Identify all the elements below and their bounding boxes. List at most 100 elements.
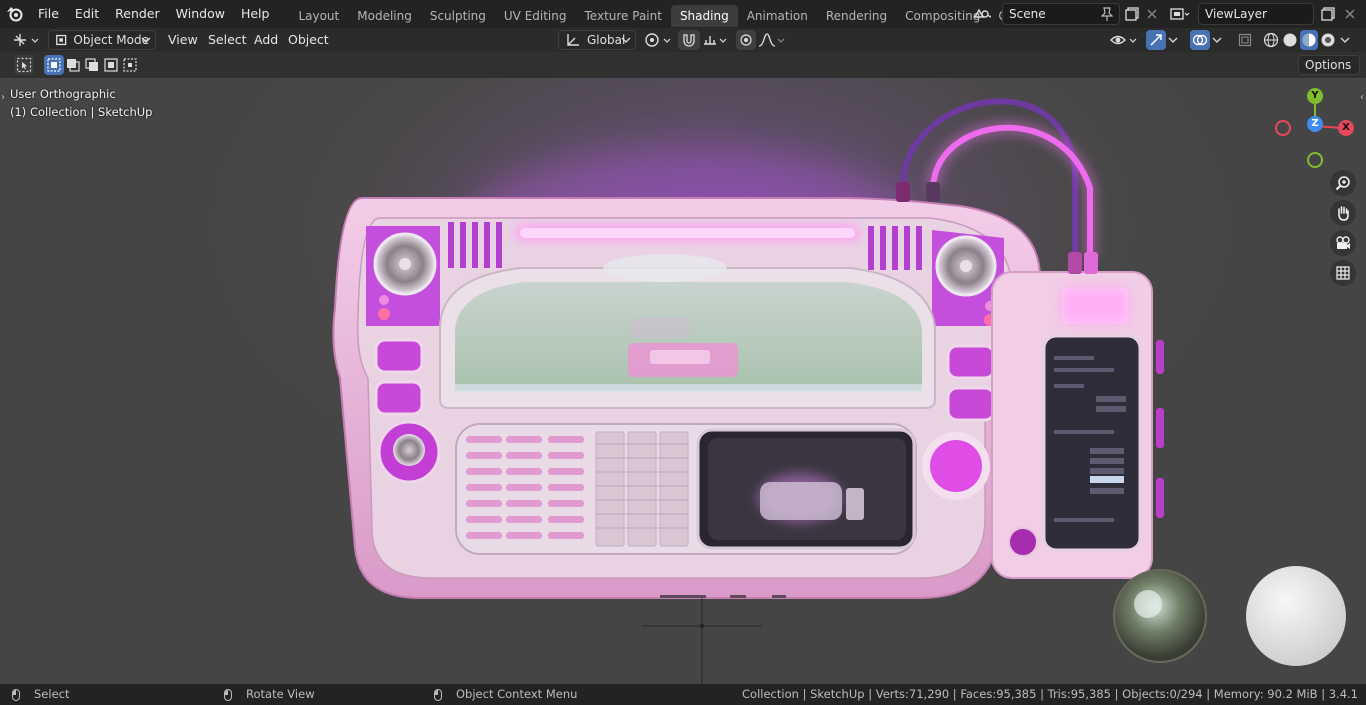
- toolbar-expand-icon[interactable]: ›: [1, 92, 5, 103]
- view-layer-name-field[interactable]: ViewLayer: [1198, 3, 1314, 25]
- tab-shading[interactable]: Shading: [670, 5, 738, 27]
- scene-name: Scene: [1009, 7, 1046, 21]
- cursor-select-icon: [16, 57, 32, 73]
- select-new-icon: [47, 58, 61, 72]
- hand-icon: [1338, 206, 1349, 221]
- scene-name-field[interactable]: Scene: [1002, 3, 1120, 25]
- status-right-click: Object Context Menu: [434, 684, 577, 705]
- gizmo-neg-x-axis[interactable]: [1275, 120, 1291, 136]
- select-tool-button[interactable]: [14, 55, 34, 75]
- pivot-point-button[interactable]: [644, 30, 674, 50]
- tab-sculpting[interactable]: Sculpting: [421, 5, 495, 27]
- proportional-edit-icon: [740, 34, 752, 46]
- chevron-down-icon: [141, 37, 151, 43]
- view-layer-browse-icon[interactable]: [1170, 4, 1190, 24]
- menu-render[interactable]: Render: [107, 0, 168, 28]
- tab-rendering[interactable]: Rendering: [817, 5, 896, 27]
- overlays-toggle[interactable]: [1190, 30, 1210, 50]
- proportional-edit-toggle[interactable]: [736, 30, 756, 50]
- solid-shading-button[interactable]: [1281, 30, 1299, 50]
- select-extend-icon: [67, 59, 80, 72]
- camera-icon: [1336, 236, 1350, 249]
- material-preview-button[interactable]: [1300, 30, 1318, 50]
- tab-uv-editing[interactable]: UV Editing: [495, 5, 576, 27]
- object-mode-icon: [56, 34, 67, 46]
- overlays-icon: [1192, 34, 1208, 46]
- chevron-down-icon: [1340, 37, 1350, 43]
- overlays-dropdown[interactable]: [1212, 30, 1228, 50]
- snap-toggle[interactable]: [678, 30, 700, 50]
- tab-animation[interactable]: Animation: [738, 5, 817, 27]
- visibility-button[interactable]: [1110, 30, 1140, 50]
- workspace-tabs: Layout Modeling Sculpting UV Editing Tex…: [289, 0, 1063, 28]
- select-intersect-icon: [123, 58, 137, 72]
- 3d-viewport[interactable]: User Orthographic (1) Collection | Sketc…: [0, 78, 1366, 684]
- menu-file[interactable]: File: [30, 0, 67, 28]
- delete-scene-icon[interactable]: [1142, 4, 1162, 24]
- scene-statistics: Collection | SketchUp | Verts:71,290 | F…: [742, 687, 1358, 701]
- mode-label: Object Mode: [73, 33, 149, 47]
- editor-type-button[interactable]: [8, 30, 42, 50]
- gizmo-z-axis[interactable]: Z: [1307, 116, 1323, 132]
- gizmo-toggle[interactable]: [1146, 30, 1166, 50]
- solid-sphere-icon: [1283, 33, 1297, 47]
- tab-texture-paint[interactable]: Texture Paint: [576, 5, 671, 27]
- options-dropdown[interactable]: Options: [1298, 55, 1360, 75]
- header-menu-add[interactable]: Add: [254, 30, 278, 50]
- menu-window[interactable]: Window: [168, 0, 233, 28]
- tool-settings-bar: Options: [0, 52, 1366, 78]
- scene-browse-icon[interactable]: [972, 4, 992, 24]
- mouse-middle-icon: [224, 688, 232, 701]
- tab-modeling[interactable]: Modeling: [348, 5, 421, 27]
- main-menu: File Edit Render Window Help: [30, 0, 277, 28]
- select-mode-extend-button[interactable]: [64, 55, 82, 75]
- ortho-toggle-button[interactable]: [1330, 260, 1356, 286]
- delete-view-layer-icon[interactable]: [1340, 4, 1360, 24]
- zoom-button[interactable]: [1330, 170, 1356, 196]
- status-context-label: Object Context Menu: [456, 687, 578, 701]
- select-mode-new-button[interactable]: [44, 55, 64, 75]
- xray-toggle[interactable]: [1236, 30, 1254, 50]
- shading-dropdown[interactable]: [1340, 30, 1356, 50]
- top-bar: File Edit Render Window Help Layout Mode…: [0, 0, 1366, 28]
- wireframe-shading-button[interactable]: [1262, 30, 1280, 50]
- status-select-label: Select: [34, 687, 70, 701]
- pan-button[interactable]: [1330, 200, 1356, 226]
- scene-render: [332, 98, 1346, 684]
- header-menu-view[interactable]: View: [168, 30, 198, 50]
- falloff-button[interactable]: [758, 30, 786, 50]
- gizmo-x-axis[interactable]: X: [1338, 120, 1354, 136]
- wireframe-sphere-icon: [1263, 32, 1279, 48]
- select-mode-intersect-button[interactable]: [121, 55, 139, 75]
- status-left-click: Select: [12, 684, 69, 705]
- viewport-header: Object Mode View Select Add Object Globa…: [0, 28, 1366, 52]
- new-view-layer-icon[interactable]: [1318, 4, 1338, 24]
- navigation-gizmo[interactable]: Y Z X: [1272, 86, 1362, 172]
- mode-selector[interactable]: Object Mode: [48, 30, 156, 50]
- gizmo-dropdown[interactable]: [1168, 30, 1184, 50]
- pin-icon[interactable]: [1100, 7, 1114, 24]
- orientation-label: Global: [587, 33, 626, 47]
- gizmo-neg-y-axis[interactable]: [1307, 152, 1323, 168]
- tab-layout[interactable]: Layout: [289, 5, 348, 27]
- select-mode-subtract-button[interactable]: [83, 55, 101, 75]
- menu-edit[interactable]: Edit: [67, 0, 107, 28]
- transform-orientation-selector[interactable]: Global: [558, 30, 636, 50]
- menu-help[interactable]: Help: [233, 0, 278, 28]
- blender-logo-icon[interactable]: [0, 0, 30, 28]
- chevron-down-icon: [621, 37, 631, 43]
- camera-view-button[interactable]: [1330, 230, 1356, 256]
- new-scene-icon[interactable]: [1122, 4, 1142, 24]
- rendered-sphere-icon: [1321, 33, 1335, 47]
- header-menu-object[interactable]: Object: [288, 30, 329, 50]
- editor-type-icon: [14, 34, 39, 46]
- gizmo-y-axis[interactable]: Y: [1307, 88, 1323, 104]
- rendered-shading-button[interactable]: [1319, 30, 1337, 50]
- select-mode-invert-button[interactable]: [102, 55, 120, 75]
- snap-target-button[interactable]: [702, 30, 732, 50]
- header-menu-select[interactable]: Select: [208, 30, 247, 50]
- view-name: User Orthographic: [10, 87, 116, 101]
- snap-increment-icon: [704, 36, 727, 45]
- xray-icon: [1238, 33, 1252, 47]
- pivot-icon: [645, 33, 671, 47]
